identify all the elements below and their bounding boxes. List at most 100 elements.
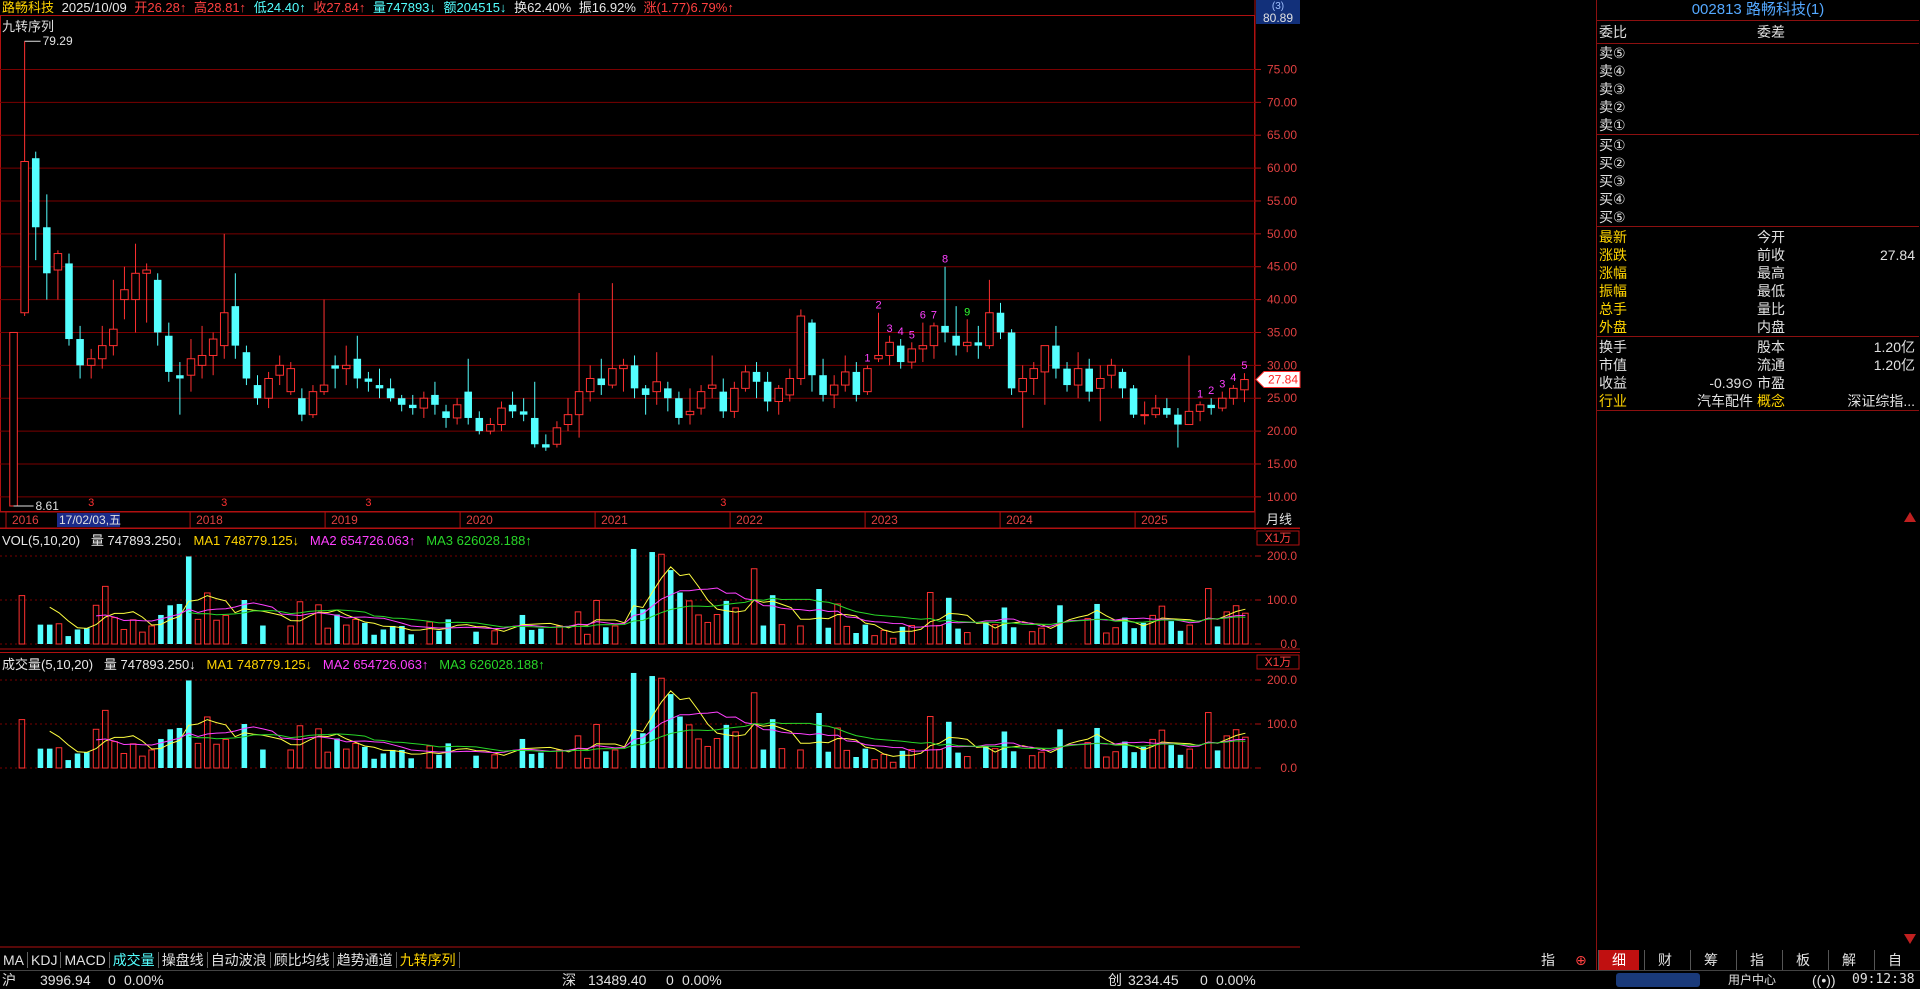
tab-td-sequence[interactable]: 九转序列 [396,952,460,968]
vol-value-1: 量 747893.250↓ [90,533,183,548]
connection-icons[interactable] [1616,973,1700,987]
volume-bar [260,625,266,644]
corner-price-label: 80.89 [1263,11,1293,25]
tab-finance[interactable]: 财 [1644,950,1685,970]
buy-row: 买② [1597,154,1919,172]
tab-unlock[interactable]: 解 [1828,950,1869,970]
status-bar: 沪 3996.94 0 0.00% 深 13489.40 0 0.00% 创 3… [0,970,1920,989]
min-price-label: 8.61 [36,499,60,513]
user-center-link[interactable]: 用户中心 [1728,971,1776,989]
volume-bar [528,753,535,768]
candle-body [308,391,318,416]
volume-bar [334,614,340,644]
td-mark: 2 [875,300,881,312]
volume-bar [677,716,683,768]
candle-body [929,325,939,347]
volume-bar [389,749,396,768]
x-axis-label: 2020 [466,513,493,527]
tab-chips[interactable]: 筹 [1690,950,1731,970]
volume-bar [825,751,832,768]
tab-sector[interactable]: 板 [1782,950,1823,970]
tab-custom[interactable]: 自 [1874,950,1915,970]
volume-bar [649,552,655,644]
volume-bar [853,757,859,768]
tab-index[interactable]: 指 [1736,950,1777,970]
candle-body [819,375,827,395]
tab-ma[interactable]: MA [0,952,28,968]
x-axis-label: 2019 [331,513,358,527]
x-axis-label: 2025 [1141,513,1168,527]
price-tick-label: 50.00 [1267,227,1297,241]
volume-panel-2[interactable]: 200.0 100.0 0.0 X1万 [0,652,1596,948]
volume-bar [574,611,582,645]
volume-bar [37,624,44,644]
tab-kdj[interactable]: KDJ [28,952,62,968]
vol-ma2-1: MA2 654726.063↑ [309,533,416,548]
candle-body [941,325,949,333]
candle-body [1029,368,1039,379]
volume-bar [871,759,878,769]
vol-tick-label: 0.0 [1280,637,1297,650]
volume-bar [1131,752,1137,768]
cursor-date-label: 17/02/03,五 [59,513,121,527]
td-mark: 3 [720,497,726,509]
volume-bar [194,618,202,645]
stat-row: 涨跌 前收 27.84 [1597,246,1919,264]
tab-macd[interactable]: MACD [61,952,110,968]
candle-body [475,417,484,432]
volume-bar [899,750,906,768]
vol-ma3-2: MA3 626028.188↑ [439,657,545,672]
volume-bar [324,627,332,645]
add-icon[interactable]: ⊕ [1572,950,1590,970]
volume-bar [695,614,702,645]
volume-bar [408,758,414,768]
volume-bar [46,624,53,644]
tab-auto-wave[interactable]: 自动波浪 [207,952,271,968]
volume-bar [37,748,44,768]
sell-row-label: 卖② [1599,99,1626,115]
candle-body [1218,397,1227,409]
tab-detail[interactable]: 细 [1598,950,1639,970]
vol-ma3-1: MA3 626028.188↑ [426,533,532,548]
tab-trend-channel[interactable]: 趋势通道 [333,952,397,968]
volume-bar [1168,745,1174,768]
candle-body [707,384,717,389]
volume-bar [603,751,609,768]
volume-bar [491,630,498,645]
candle-body [9,331,18,507]
candle-body [1140,414,1149,417]
indicator-menu-button[interactable]: 指 [1538,950,1558,970]
volume-bar [120,628,128,645]
candle-body [375,385,384,389]
candle-body [31,158,40,228]
volume-bar [816,713,822,768]
volume-bar [538,628,544,644]
td-mark: 5 [1241,360,1247,372]
stat-row: 收益 -0.39⊙ 市盈 [1597,374,1919,392]
volume-bar [1205,712,1212,769]
volume-bar [713,614,721,645]
candle-body [1107,364,1116,376]
tab-guppy[interactable]: 顾比均线 [270,952,334,968]
tab-caopanxian[interactable]: 操盘线 [158,952,208,968]
volume-bar [241,600,248,644]
candle-body [863,368,872,393]
x-axis-label: 2023 [871,513,898,527]
volume-bar [880,753,888,769]
candle-body [952,335,960,346]
candle-body [186,358,196,376]
volume-bar [871,635,878,645]
chart-area[interactable]: 路畅科技 2025/10/09 开26.28↑ 高28.81↑ 低24.40↑ … [0,0,1596,988]
volume-bar [84,752,90,768]
x-axis-label: 2021 [601,513,628,527]
volume-bar [371,634,377,644]
side-scrollbar[interactable] [1901,508,1919,948]
tab-volume[interactable]: 成交量 [109,952,159,968]
volume-bar [120,752,128,769]
buy-row-label: 买① [1599,137,1626,153]
candle-body [1007,332,1016,389]
price-chart[interactable]: 75.00 70.00 65.00 60.00 55.00 50.00 45.00 40.00… [0,0,1596,530]
volume-bar [139,631,146,645]
clock: 09:12:38 [1852,972,1915,987]
candle-body [1096,377,1105,389]
